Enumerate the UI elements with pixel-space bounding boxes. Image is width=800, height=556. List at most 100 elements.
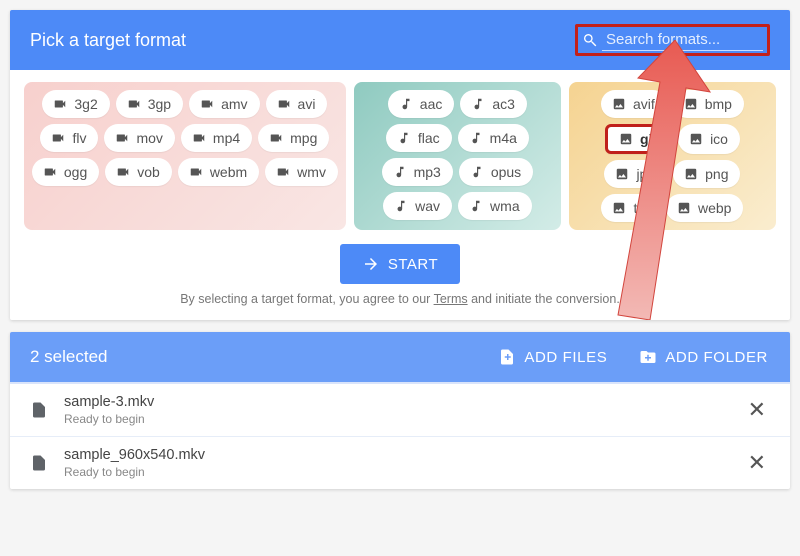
search-wrap[interactable]	[575, 24, 770, 56]
terms-suffix: and initiate the conversion.	[468, 292, 620, 306]
file-status: Ready to begin	[64, 412, 154, 426]
start-button[interactable]: START	[340, 244, 460, 284]
add-file-icon	[498, 348, 516, 366]
i-image	[683, 98, 699, 110]
group-audio: aac ac3 flac m4amp3opuswav wma	[354, 82, 561, 230]
chip-label: tiff	[633, 200, 648, 216]
i-image	[688, 133, 704, 145]
format-chip-mp4[interactable]: mp4	[181, 124, 252, 152]
i-audio	[468, 132, 484, 144]
file-name: sample-3.mkv	[64, 394, 154, 410]
chip-label: png	[705, 166, 728, 182]
format-chip-bmp[interactable]: bmp	[673, 90, 744, 118]
chip-label: amv	[221, 96, 247, 112]
format-chip-webm[interactable]: webm	[178, 158, 259, 186]
remove-file-button[interactable]: ✕	[744, 452, 770, 474]
file-row: sample-3.mkv Ready to begin ✕	[10, 382, 790, 436]
i-audio	[470, 98, 486, 110]
chip-label: ico	[710, 131, 728, 147]
chip-label: webm	[210, 164, 247, 180]
format-chip-ac3[interactable]: ac3	[460, 90, 527, 118]
format-chip-webp[interactable]: webp	[666, 194, 743, 222]
i-audio	[469, 166, 485, 178]
i-video	[188, 166, 204, 178]
i-video	[50, 132, 66, 144]
search-icon	[582, 32, 598, 48]
format-chip-3gp[interactable]: 3gp	[116, 90, 183, 118]
chip-label: mpg	[290, 130, 317, 146]
chip-label: avif	[633, 96, 655, 112]
format-picker-card: Pick a target format 3g2 3gp amv avi flv mov m…	[10, 10, 790, 320]
i-image	[618, 133, 634, 145]
chip-label: vob	[137, 164, 160, 180]
format-chip-wma[interactable]: wma	[458, 192, 532, 220]
search-input[interactable]	[602, 29, 763, 51]
format-chip-3g2[interactable]: 3g2	[42, 90, 109, 118]
format-chip-mp3[interactable]: mp3	[382, 158, 453, 186]
format-chip-flac[interactable]: flac	[386, 124, 452, 152]
i-video	[52, 98, 68, 110]
format-chip-mpg[interactable]: mpg	[258, 124, 329, 152]
chip-label: avi	[298, 96, 316, 112]
format-chip-wav[interactable]: wav	[383, 192, 452, 220]
format-chip-gif[interactable]: gif	[605, 124, 672, 154]
format-chip-flv[interactable]: flv	[40, 124, 98, 152]
i-image	[611, 202, 627, 214]
i-video	[191, 132, 207, 144]
terms-row: By selecting a target format, you agree …	[10, 292, 790, 320]
format-chip-m4a[interactable]: m4a	[458, 124, 529, 152]
format-chip-tiff[interactable]: tiff	[601, 194, 660, 222]
chip-label: 3g2	[74, 96, 97, 112]
i-video	[199, 98, 215, 110]
page-title: Pick a target format	[30, 30, 186, 51]
format-chip-wmv[interactable]: wmv	[265, 158, 338, 186]
add-folder-button[interactable]: ADD FOLDER	[637, 344, 770, 370]
chip-label: wma	[490, 198, 520, 214]
format-chip-avif[interactable]: avif	[601, 90, 667, 118]
chip-label: wmv	[297, 164, 326, 180]
add-files-label: ADD FILES	[524, 349, 607, 366]
i-image	[683, 168, 699, 180]
i-image	[614, 168, 630, 180]
chip-label: ogg	[64, 164, 87, 180]
chip-label: mov	[136, 130, 162, 146]
i-video	[275, 166, 291, 178]
add-folder-label: ADD FOLDER	[665, 349, 768, 366]
file-icon	[30, 399, 48, 421]
i-video	[115, 166, 131, 178]
chip-label: webp	[698, 200, 731, 216]
chip-label: jpg	[636, 166, 655, 182]
i-video	[276, 98, 292, 110]
format-chip-aac[interactable]: aac	[388, 90, 455, 118]
remove-file-button[interactable]: ✕	[744, 399, 770, 421]
file-row: sample_960x540.mkv Ready to begin ✕	[10, 436, 790, 489]
format-groups: 3g2 3gp amv avi flv mov mp4 mpg ogg vob webm wmv aa…	[10, 70, 790, 234]
chip-label: aac	[420, 96, 443, 112]
group-video: 3g2 3gp amv avi flv mov mp4 mpg ogg vob webm wmv	[24, 82, 346, 230]
i-audio	[393, 200, 409, 212]
header: Pick a target format	[10, 10, 790, 70]
format-chip-ico[interactable]: ico	[678, 124, 740, 154]
files-header: 2 selected ADD FILES ADD FOLDER	[10, 332, 790, 382]
chip-label: flv	[72, 130, 86, 146]
format-chip-mov[interactable]: mov	[104, 124, 174, 152]
format-chip-png[interactable]: png	[673, 160, 740, 188]
format-chip-amv[interactable]: amv	[189, 90, 259, 118]
start-label: START	[388, 256, 438, 273]
file-status: Ready to begin	[64, 465, 205, 479]
chip-label: 3gp	[148, 96, 171, 112]
format-chip-jpg[interactable]: jpg	[604, 160, 667, 188]
format-chip-vob[interactable]: vob	[105, 158, 172, 186]
file-name: sample_960x540.mkv	[64, 447, 205, 463]
i-video	[126, 98, 142, 110]
terms-link[interactable]: Terms	[434, 292, 468, 306]
i-video	[114, 132, 130, 144]
add-files-button[interactable]: ADD FILES	[496, 344, 609, 370]
chip-label: flac	[418, 130, 440, 146]
format-chip-ogg[interactable]: ogg	[32, 158, 99, 186]
file-list: sample-3.mkvReady to begin✕sample_960x54…	[10, 382, 790, 489]
file-icon	[30, 452, 48, 474]
terms-prefix: By selecting a target format, you agree …	[180, 292, 433, 306]
format-chip-opus[interactable]: opus	[459, 158, 533, 186]
format-chip-avi[interactable]: avi	[266, 90, 328, 118]
